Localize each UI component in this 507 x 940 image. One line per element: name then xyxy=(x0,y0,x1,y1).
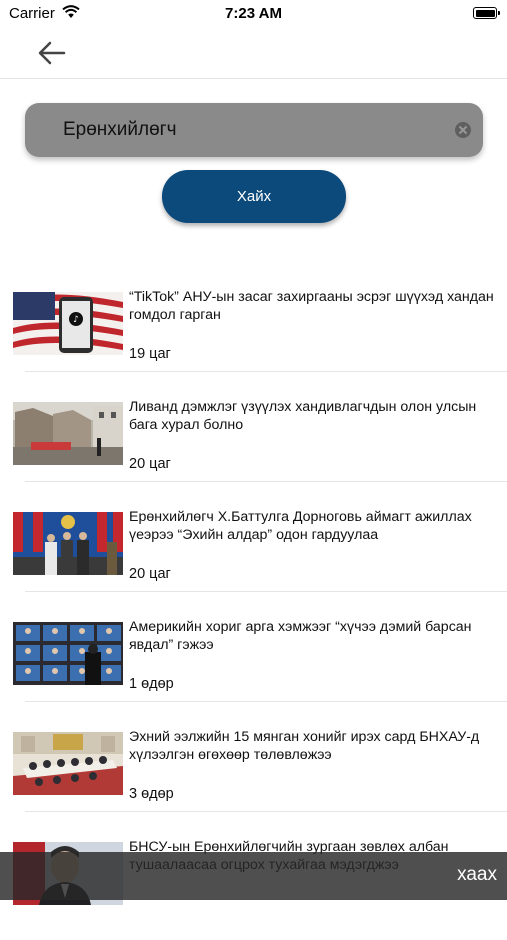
news-age: 20 цаг xyxy=(129,456,171,472)
news-item[interactable]: Ливанд дэмжлэг үзүүлэх хандивлагчдын оло… xyxy=(0,390,507,500)
navigation-bar xyxy=(0,28,507,79)
bottom-banner: хаах xyxy=(0,852,507,900)
search-bar xyxy=(25,103,483,157)
divider xyxy=(25,591,507,592)
news-item[interactable]: Ерөнхийлөгч Х.Баттулга Дорноговь аймагт … xyxy=(0,500,507,610)
news-list: ♪ “TikTok” АНУ-ын засаг захиргааны эсрэг… xyxy=(0,280,507,940)
clock: 7:23 AM xyxy=(225,5,282,22)
news-item[interactable]: Эхний ээлжийн 15 мянган хонийг ирэх сард… xyxy=(0,720,507,830)
news-age: 20 цаг xyxy=(129,566,171,582)
divider xyxy=(25,701,507,702)
divider xyxy=(25,481,507,482)
news-thumbnail xyxy=(13,402,123,465)
battery-icon xyxy=(473,7,500,19)
news-title: Эхний ээлжийн 15 мянган хонийг ирэх сард… xyxy=(129,729,480,763)
news-thumbnail: ♪ xyxy=(13,292,123,355)
back-arrow-icon[interactable] xyxy=(34,38,70,68)
news-title: Америкийн хориг арга хэмжээг “хүчээ дэми… xyxy=(129,619,472,653)
clear-icon[interactable] xyxy=(455,122,471,138)
news-thumbnail xyxy=(13,622,123,685)
news-age: 19 цаг xyxy=(129,346,171,362)
divider xyxy=(25,371,507,372)
search-button[interactable]: Хайх xyxy=(162,170,346,223)
news-item[interactable]: Америкийн хориг арга хэмжээг “хүчээ дэми… xyxy=(0,610,507,720)
news-title: Ливанд дэмжлэг үзүүлэх хандивлагчдын оло… xyxy=(129,399,477,433)
news-title: “TikTok” АНУ-ын засаг захиргааны эсрэг ш… xyxy=(129,289,494,323)
news-age: 1 өдөр xyxy=(129,676,174,692)
search-input[interactable] xyxy=(63,116,443,144)
status-bar: Carrier 7:23 AM xyxy=(0,0,507,28)
news-title: Ерөнхийлөгч Х.Баттулга Дорноговь аймагт … xyxy=(129,509,472,543)
divider xyxy=(25,811,507,812)
news-thumbnail xyxy=(13,732,123,795)
svg-text:♪: ♪ xyxy=(73,315,79,325)
close-button[interactable]: хаах xyxy=(457,864,497,886)
news-item[interactable]: ♪ “TikTok” АНУ-ын засаг захиргааны эсрэг… xyxy=(0,280,507,390)
news-thumbnail xyxy=(13,512,123,575)
news-age: 3 өдөр xyxy=(129,786,174,802)
